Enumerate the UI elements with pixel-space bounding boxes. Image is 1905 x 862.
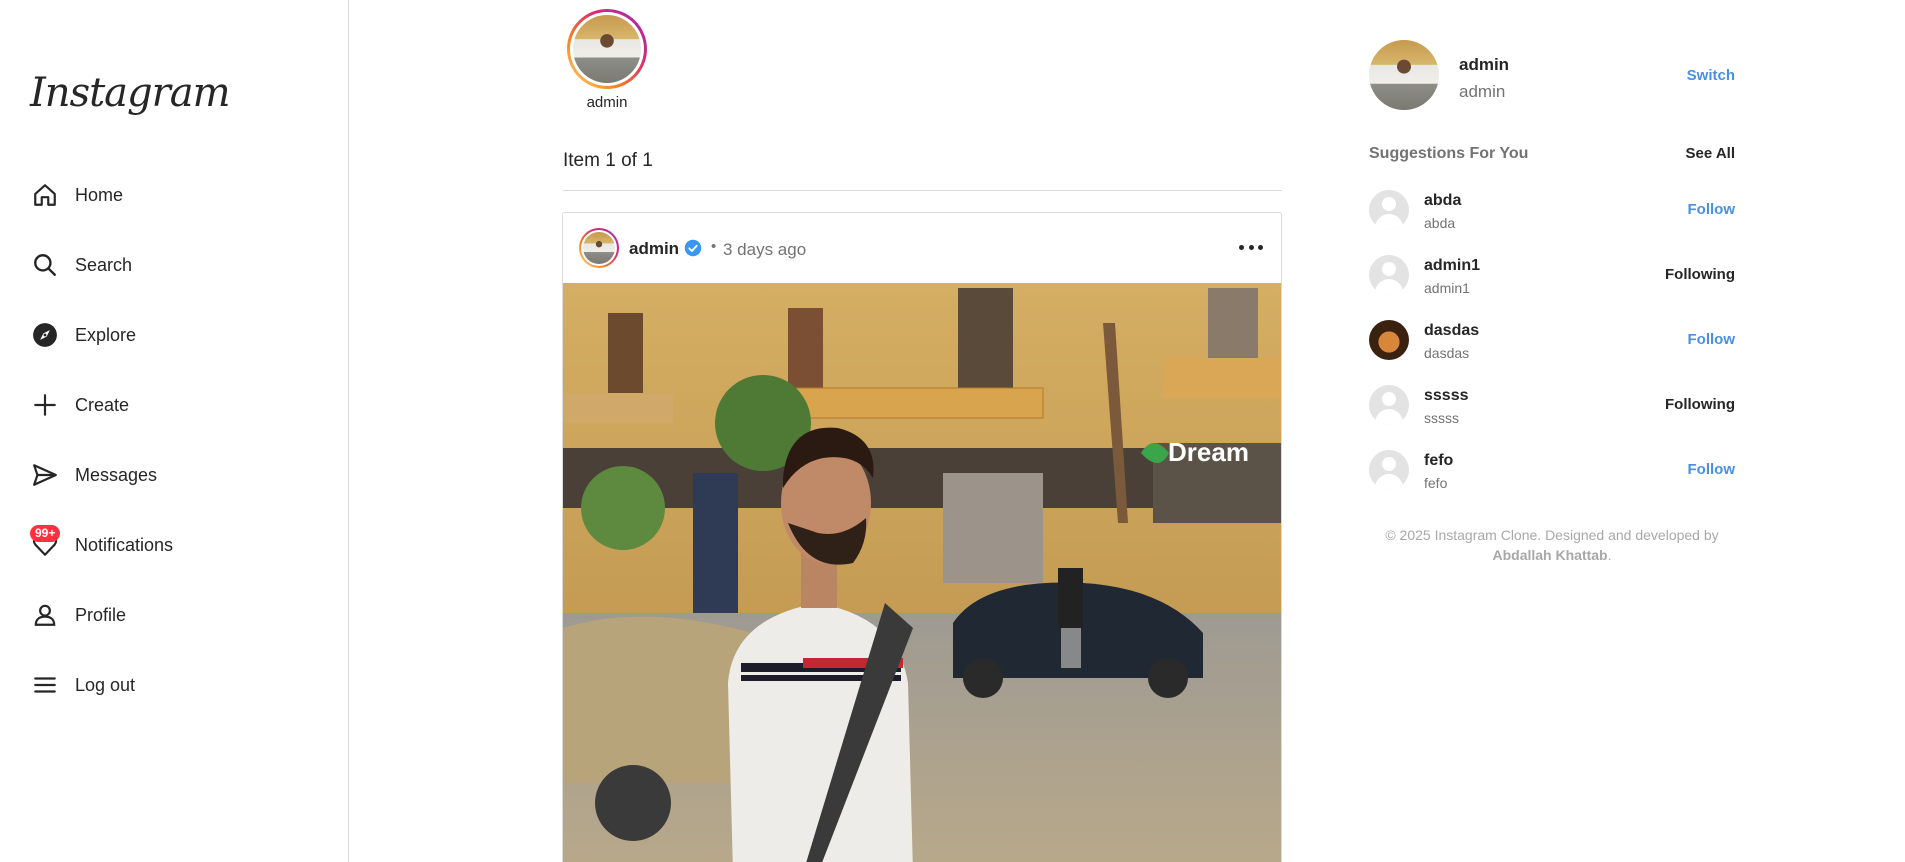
footer: © 2025 Instagram Clone. Designed and dev… [1369,525,1735,565]
sidebar-item-search[interactable]: Search [18,240,318,290]
plus-icon [28,388,62,422]
default-avatar-icon[interactable] [1369,385,1409,425]
suggestion-subtitle: sssss [1424,410,1459,426]
follow-button[interactable]: Follow [1688,201,1736,218]
story-item[interactable]: admin [567,9,647,111]
suggestion-item: admin1 admin1 Following [1369,255,1735,320]
sidebar-item-label: Explore [75,324,137,345]
suggestions-title: Suggestions For You [1369,145,1529,162]
verified-badge-icon [684,239,702,257]
story-ring [567,9,647,89]
menu-icon [28,668,62,702]
suggestion-item: abda abda Follow [1369,190,1735,255]
suggestion-subtitle: abda [1424,215,1456,231]
suggestion-subtitle: admin1 [1424,280,1470,296]
sidebar: Instagram Home Search Explore Create Mes… [0,0,349,862]
suggestion-item: sssss sssss Following [1369,385,1735,450]
story-avatar [573,15,641,83]
carousel-status: Item 1 of 1 [563,150,653,171]
more-options-icon[interactable] [1239,239,1263,255]
follow-button[interactable]: Follow [1688,461,1736,478]
paper-plane-icon [28,458,62,492]
suggestion-username[interactable]: sssss [1424,387,1469,405]
story-username: admin [586,94,628,111]
suggestion-item: dasdas dasdas Follow [1369,320,1735,385]
following-button[interactable]: Following [1665,396,1735,413]
sidebar-item-logout[interactable]: Log out [18,660,318,710]
sidebar-item-label: Messages [75,464,158,485]
suggestions-list: abda abda Follow admin1 admin1 Following… [1369,190,1735,515]
default-avatar-icon[interactable] [1369,190,1409,230]
sidebar-item-label: Home [75,184,124,205]
svg-text:Dream: Dream [1168,437,1249,467]
current-user-fullname: admin [1459,82,1506,101]
switch-account-button[interactable]: Switch [1687,67,1735,84]
user-avatar[interactable] [1369,320,1409,360]
sidebar-item-profile[interactable]: Profile [18,590,318,640]
notification-badge: 99+ [30,525,61,542]
divider [563,190,1282,191]
sidebar-item-label: Search [75,254,133,275]
footer-text: © 2025 Instagram Clone. Designed and dev… [1385,527,1719,543]
app-root: Instagram Home Search Explore Create Mes… [0,0,1905,862]
sidebar-item-label: Notifications [75,534,174,555]
suggestion-item: fefo fefo Follow [1369,450,1735,515]
compass-icon [28,318,62,352]
sidebar-item-home[interactable]: Home [18,170,318,220]
following-button[interactable]: Following [1665,266,1735,283]
suggestion-username[interactable]: admin1 [1424,257,1480,275]
search-icon [28,248,62,282]
separator-dot: • [711,238,717,255]
suggestion-username[interactable]: dasdas [1424,322,1479,340]
post-header: admin • 3 days ago [563,213,1281,283]
current-user-username[interactable]: admin [1459,55,1509,75]
post-avatar[interactable] [579,228,619,268]
post-username[interactable]: admin [629,239,679,259]
post-photo: Dream [563,283,1281,862]
suggestion-username[interactable]: fefo [1424,452,1453,470]
current-user-avatar[interactable] [1369,40,1439,110]
follow-button[interactable]: Follow [1688,331,1736,348]
sidebar-item-explore[interactable]: Explore [18,310,318,360]
suggestion-username[interactable]: abda [1424,192,1461,210]
sidebar-item-label: Log out [75,674,136,695]
post-card: admin • 3 days ago Dream [562,212,1282,862]
sidebar-item-messages[interactable]: Messages [18,450,318,500]
footer-period: . [1607,547,1612,563]
footer-author[interactable]: Abdallah Khattab [1492,547,1607,563]
sidebar-item-label: Create [75,394,130,415]
instagram-logo[interactable]: Instagram [30,70,231,116]
suggestion-subtitle: dasdas [1424,345,1470,361]
post-timestamp: 3 days ago [723,240,807,259]
suggestion-subtitle: fefo [1424,475,1448,491]
sidebar-item-create[interactable]: Create [18,380,318,430]
see-all-button[interactable]: See All [1686,145,1735,162]
sidebar-item-notifications[interactable]: 99+ Notifications [18,520,318,570]
post-image[interactable]: Dream [563,283,1281,862]
default-avatar-icon[interactable] [1369,255,1409,295]
user-icon [28,598,62,632]
sidebar-item-label: Profile [75,604,127,625]
home-icon [28,178,62,212]
heart-icon: 99+ [28,525,62,562]
default-avatar-icon[interactable] [1369,450,1409,490]
